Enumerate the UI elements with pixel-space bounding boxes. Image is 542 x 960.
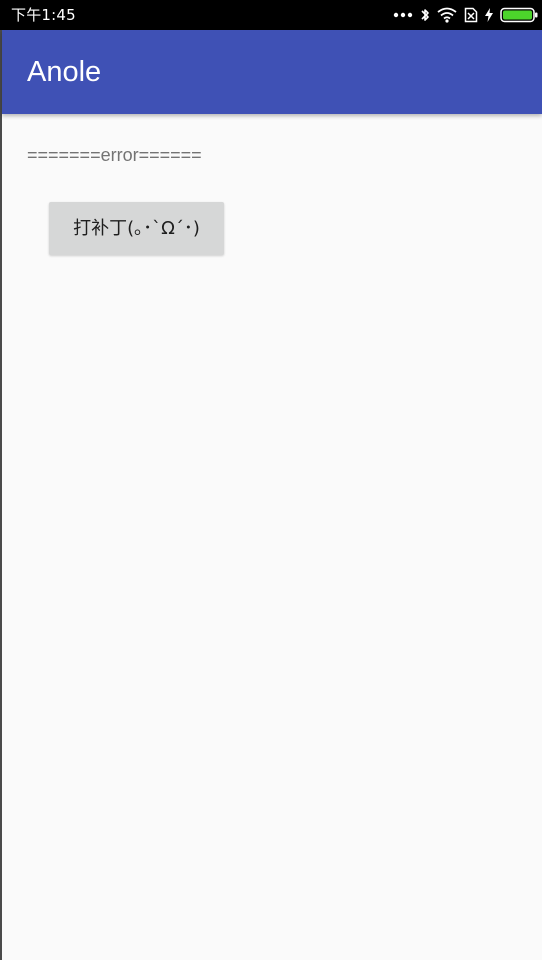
no-sim-icon xyxy=(464,7,478,23)
battery-icon xyxy=(500,7,538,23)
charging-icon xyxy=(485,8,493,22)
error-text: =======error====== xyxy=(27,145,202,165)
status-icons xyxy=(393,6,538,24)
patch-button[interactable]: 打补丁(｡･`Ω´･) xyxy=(49,202,224,255)
wifi-icon xyxy=(437,7,457,23)
status-bar: 下午1:45 xyxy=(0,0,542,30)
bluetooth-icon xyxy=(421,9,429,21)
app-bar: Anole xyxy=(2,30,542,114)
more-dots-icon xyxy=(393,12,413,18)
app-title: Anole xyxy=(27,56,102,88)
status-time: 下午1:45 xyxy=(11,6,76,24)
main-content: =======error====== 打补丁(｡･`Ω´･) xyxy=(2,114,542,960)
